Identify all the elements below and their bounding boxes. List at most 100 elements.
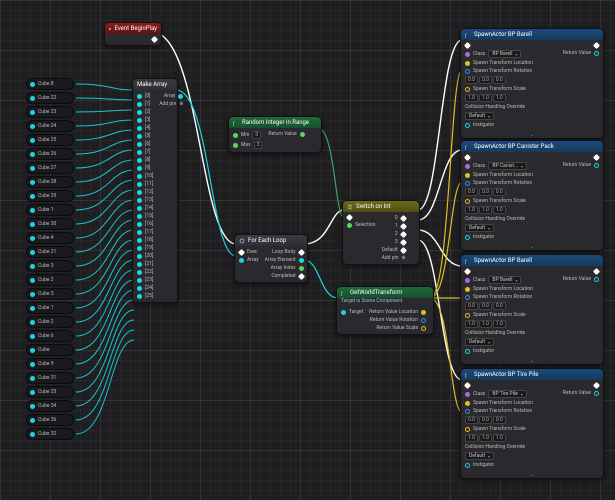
array-index-pin[interactable]: [3]	[137, 117, 153, 123]
max-pin[interactable]: Max3	[233, 141, 262, 149]
node-get-world-transform[interactable]: ƒ GetWorldTransform Target is Scene Comp…	[336, 286, 434, 335]
variable-pill[interactable]: Cube 33	[26, 386, 74, 398]
var-out-pin[interactable]	[30, 138, 35, 143]
collision-dropdown[interactable]: Default	[465, 112, 557, 120]
min-pin[interactable]: Min0	[233, 131, 262, 139]
rotation-value[interactable]: 0.00.00.0	[465, 416, 557, 424]
scale-value[interactable]: 1.01.01.0	[465, 206, 557, 214]
variable-pill[interactable]: Cube 25	[26, 134, 74, 146]
add-pin-button[interactable]: ⊕Add pin	[159, 101, 183, 107]
array-index-pin[interactable]: [20]	[137, 253, 153, 259]
var-out-pin[interactable]	[30, 334, 35, 339]
array-index-pin[interactable]: [2]	[137, 109, 153, 115]
class-pin[interactable]: ClassBP Barell	[465, 50, 557, 58]
variable-pill[interactable]: Cube 28	[26, 176, 74, 188]
switch-case-pin[interactable]: 1	[395, 223, 406, 229]
instigator-pin[interactable]: Instigator	[465, 348, 557, 354]
class-dropdown[interactable]: BP Barell	[488, 50, 521, 58]
variable-pill[interactable]: Cube 27	[26, 162, 74, 174]
var-out-pin[interactable]	[30, 348, 35, 353]
variable-pill[interactable]: Cube 34	[26, 400, 74, 412]
instigator-pin[interactable]: Instigator	[465, 234, 557, 240]
switch-default-pin[interactable]: Default	[382, 247, 406, 253]
var-out-pin[interactable]	[30, 362, 35, 367]
scale-value[interactable]: 1.01.01.0	[465, 434, 557, 442]
class-pin[interactable]: ClassBP Tire Pile	[465, 390, 557, 398]
exec-out-pin[interactable]	[594, 43, 599, 48]
variable-pill[interactable]: Cube 6	[26, 330, 74, 342]
node-spawn-actor[interactable]: ƒ SpawnActor BP Tire Pile ClassBP Tire P…	[460, 368, 604, 479]
spawn-scale-pin[interactable]: Spawn Transform Scale	[465, 86, 557, 92]
array-index-pin[interactable]: [1]	[137, 101, 153, 107]
spawn-location-pin[interactable]: Spawn Transform Location	[465, 400, 557, 406]
node-random-integer[interactable]: ƒ Random Integer in Range Min0 Max3 Retu…	[228, 116, 322, 153]
return-value-pin[interactable]: Return Value	[563, 390, 599, 396]
return-value-pin[interactable]: Return Value	[563, 276, 599, 282]
spawn-rotation-pin[interactable]: Spawn Transform Rotation	[465, 68, 557, 74]
add-pin-button[interactable]: ⊕Add pin	[382, 255, 406, 261]
var-out-pin[interactable]	[30, 376, 35, 381]
rotation-value[interactable]: 0.00.00.0	[465, 188, 557, 196]
exec-in-pin[interactable]	[465, 43, 557, 48]
expand-arrow-icon[interactable]: ⌄	[461, 131, 603, 138]
variable-pill[interactable]: Cube 1	[26, 204, 74, 216]
array-in-pin[interactable]: Array	[239, 257, 259, 263]
exec-out-pin[interactable]	[152, 37, 157, 42]
variable-pill[interactable]: Cube 24	[26, 120, 74, 132]
class-dropdown[interactable]: BP Tire Pile	[488, 390, 526, 398]
array-index-pin[interactable]: [21]	[137, 261, 153, 267]
class-dropdown[interactable]: BP Canist...	[488, 162, 527, 170]
variable-pill[interactable]: Cube 9	[26, 358, 74, 370]
variable-pill[interactable]: Cube 31	[26, 372, 74, 384]
var-out-pin[interactable]	[30, 152, 35, 157]
array-index-pin[interactable]: [16]	[137, 221, 153, 227]
exec-in-pin[interactable]	[465, 383, 557, 388]
var-out-pin[interactable]	[30, 110, 35, 115]
var-out-pin[interactable]	[30, 250, 35, 255]
spawn-location-pin[interactable]: Spawn Transform Location	[465, 172, 557, 178]
variable-pill[interactable]: Cube 8	[26, 78, 74, 90]
rotation-out-pin[interactable]: Return Value Rotation	[370, 317, 426, 323]
var-out-pin[interactable]	[30, 292, 35, 297]
location-out-pin[interactable]: Return Value Location	[369, 309, 426, 315]
var-out-pin[interactable]	[30, 124, 35, 129]
var-out-pin[interactable]	[30, 404, 35, 409]
var-out-pin[interactable]	[30, 194, 35, 199]
instigator-pin[interactable]: Instigator	[465, 122, 557, 128]
exec-out-pin[interactable]	[594, 383, 599, 388]
variable-pill[interactable]: Cube 21	[26, 246, 74, 258]
class-pin[interactable]: ClassBP Barell	[465, 276, 557, 284]
exec-in-pin[interactable]	[465, 269, 557, 274]
spawn-scale-pin[interactable]: Spawn Transform Scale	[465, 426, 557, 432]
target-pin[interactable]: Target	[341, 309, 363, 315]
array-index-pin[interactable]: [19]	[137, 245, 153, 251]
var-out-pin[interactable]	[30, 432, 35, 437]
node-spawn-actor[interactable]: ƒ SpawnActor BP Canister Pack ClassBP Ca…	[460, 140, 604, 251]
var-out-pin[interactable]	[30, 278, 35, 283]
array-index-pin[interactable]: [25]	[137, 293, 153, 299]
array-index-pin[interactable]: [8]	[137, 157, 153, 163]
node-spawn-actor[interactable]: ƒ SpawnActor BP Barell ClassBP Barell Sp…	[460, 28, 604, 139]
node-switch-on-int[interactable]: Switch on Int Selection 0123Default⊕Add …	[342, 200, 420, 265]
rotation-value[interactable]: 0.00.00.0	[465, 302, 557, 310]
variable-pill[interactable]: Cube 26	[26, 148, 74, 160]
return-value-pin[interactable]: Return Value	[268, 131, 304, 137]
exec-in-pin[interactable]	[465, 155, 557, 160]
expand-arrow-icon[interactable]: ⌄	[461, 357, 603, 364]
node-spawn-actor[interactable]: ƒ SpawnActor BP Barell ClassBP Barell Sp…	[460, 254, 604, 365]
array-index-pin[interactable]: [17]	[137, 229, 153, 235]
scale-value[interactable]: 1.01.01.0	[465, 320, 557, 328]
spawn-rotation-pin[interactable]: Spawn Transform Rotation	[465, 408, 557, 414]
collision-dropdown[interactable]: Default	[465, 452, 557, 460]
variable-pill[interactable]: Cube 2	[26, 316, 74, 328]
node-foreach-loop[interactable]: For Each Loop Exec Array Loop Body Array…	[234, 234, 308, 283]
exec-out-pin[interactable]	[594, 155, 599, 160]
variable-pill[interactable]: Cube 32	[26, 428, 74, 440]
var-out-pin[interactable]	[30, 306, 35, 311]
var-out-pin[interactable]	[30, 320, 35, 325]
array-out-pin[interactable]: Array	[164, 93, 184, 99]
array-index-pin[interactable]: [15]	[137, 213, 153, 219]
expand-arrow-icon[interactable]: ⌄	[461, 471, 603, 478]
array-element-pin[interactable]: Array Element	[265, 257, 304, 263]
array-index-pin[interactable]: [5]	[137, 133, 153, 139]
